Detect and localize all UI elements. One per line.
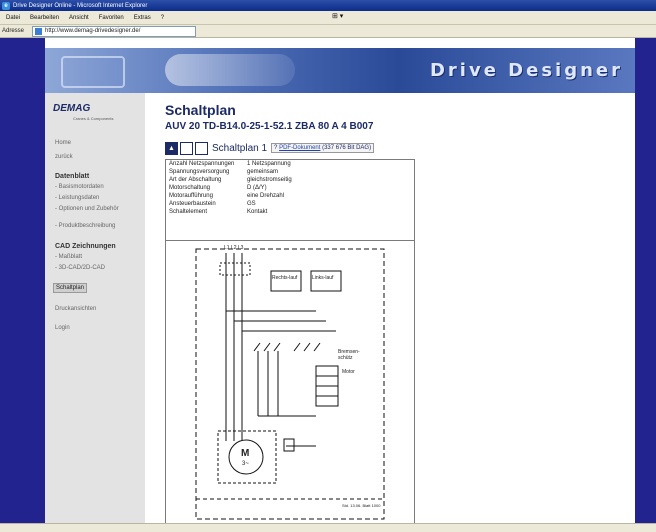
menu-help[interactable]: ?: [161, 15, 164, 21]
pdf-link-label: PDF-Dokument: [279, 145, 321, 151]
header-banner: Drive Designer: [45, 48, 635, 93]
window-title: Drive Designer Online - Microsoft Intern…: [13, 2, 148, 9]
menu-bar: Datei Bearbeiten Ansicht Favoriten Extra…: [0, 11, 656, 25]
table-row: Ansteuerbaustein GS: [166, 200, 295, 208]
enclosure-outline: [195, 248, 385, 520]
spec-key: Motorschaltung: [169, 185, 211, 191]
window-titlebar: e Drive Designer Online - Microsoft Inte…: [0, 0, 656, 11]
banner-graphic: [61, 56, 125, 88]
nav-label: Maßblatt: [58, 254, 83, 260]
diagram-label-brake: Bremsen-schütz: [338, 349, 360, 361]
spec-value: Kontakt: [247, 209, 268, 215]
relay-left: [310, 270, 342, 292]
nav-label: Optionen und Zubehör: [58, 206, 119, 212]
spec-key: Schaltelement: [169, 209, 208, 215]
table-row: Schaltelement Kontakt: [166, 208, 295, 216]
contacts-2: [293, 342, 321, 352]
nav-produktbeschreibung[interactable]: - Produktbeschreibung: [55, 223, 115, 229]
windows-flag-icon: ⊞ ▾: [332, 13, 344, 20]
nav-label: 3D-CAD/2D-CAD: [58, 265, 106, 271]
nav-home[interactable]: Home: [55, 140, 71, 146]
address-input[interactable]: http://www.demag-drivedesigner.de/: [32, 25, 196, 37]
web-page: Drive Designer DEMAG Cranes & Components…: [45, 38, 635, 525]
logo-subtitle: Cranes & Components: [73, 116, 114, 121]
tab-button-3[interactable]: [195, 141, 208, 155]
table-row: Motorschaltung D (Δ/Y): [166, 184, 295, 192]
diagram-label-relay-right: Rechts-lauf: [272, 275, 298, 281]
banner-highlight: [165, 54, 295, 86]
spec-key: Anzahl Netzspannungen: [169, 161, 235, 167]
ie-icon: e: [2, 1, 10, 10]
menu-file[interactable]: Datei: [6, 15, 20, 21]
tab-button-2[interactable]: [180, 141, 193, 155]
fuse-box: [219, 262, 251, 276]
first-page-icon[interactable]: ▲: [165, 141, 178, 155]
contacts-1: [253, 342, 281, 352]
spec-value: D (Δ/Y): [247, 185, 267, 191]
nav-3d-cad[interactable]: - 3D-CAD/2D-CAD: [55, 265, 105, 271]
spec-value: GS: [247, 201, 256, 207]
spec-key: Ansteuerbaustein: [169, 201, 216, 207]
wiring-diagram: L1 L2 L3 Rechts-lauf Links-lauf Bremsen-…: [165, 240, 415, 525]
diagram-label-motor-right: Motor: [342, 369, 355, 375]
menu-edit[interactable]: Bearbeiten: [30, 15, 59, 21]
menu-favorites[interactable]: Favoriten: [99, 15, 124, 21]
table-row: Anzahl Netzspannungen 1 Netzspannung: [166, 160, 295, 168]
nav-back[interactable]: zurück: [55, 154, 73, 160]
spec-key: Art der Abschaltung: [169, 177, 222, 183]
product-code: AUV 20 TD-B14.0-25-1-52.1 ZBA 80 A 4 B00…: [165, 121, 374, 132]
address-bar: Adresse http://www.demag-drivedesigner.d…: [0, 25, 656, 38]
relay-right: [270, 270, 302, 292]
nav-massblatt[interactable]: - Maßblatt: [55, 254, 82, 260]
table-row: Spannungsversorgung gemeinsam: [166, 168, 295, 176]
demag-logo: DEMAG: [53, 103, 91, 114]
banner-title: Drive Designer: [429, 60, 623, 81]
address-label: Adresse: [2, 28, 25, 34]
sidebar: DEMAG Cranes & Components Home zurück Da…: [45, 93, 145, 523]
page-icon: [35, 27, 42, 35]
pdf-size: (337 676 Bit DAG): [322, 145, 372, 151]
brake-switch: [283, 438, 295, 452]
spec-value: 1 Netzspannung: [247, 161, 291, 167]
nav-basismotordaten[interactable]: - Basismotordaten: [55, 184, 104, 190]
address-value: http://www.demag-drivedesigner.de/: [45, 28, 141, 34]
spec-value: eine Drehzahl: [247, 193, 285, 199]
nav-optionen[interactable]: - Optionen und Zubehör: [55, 206, 135, 212]
nav-section-datasheet[interactable]: Datenblatt: [55, 173, 89, 180]
table-row: Art der Abschaltung gleichstromseitig: [166, 176, 295, 184]
tab-label: Schaltplan 1: [212, 142, 268, 154]
nav-login[interactable]: Login: [55, 325, 70, 331]
menu-tools[interactable]: Extras: [134, 15, 151, 21]
schaltplan-tabs: ▲ Schaltplan 1 ? PDF-Dokument (337 676 B…: [165, 141, 375, 155]
menu-view[interactable]: Ansicht: [69, 15, 89, 21]
motor-phase: 3~: [242, 461, 249, 467]
nav-label: Produktbeschreibung: [58, 223, 116, 229]
motor-letter: M: [241, 448, 250, 459]
nav-label: Leistungsdaten: [58, 195, 100, 201]
table-row: Motoraufführung eine Drehzahl: [166, 192, 295, 200]
page-title: Schaltplan: [165, 102, 236, 118]
diagram-footer-text: Std. 13.06. Blatt 1000: [342, 503, 381, 508]
nav-label: Basismotordaten: [58, 184, 104, 190]
nav-schaltplan-selected[interactable]: Schaltplan: [53, 283, 88, 293]
spec-key: Spannungsversorgung: [169, 169, 230, 175]
pdf-download-link[interactable]: ? PDF-Dokument (337 676 Bit DAG): [271, 143, 375, 153]
nav-druckansichten[interactable]: Druckansichten: [55, 306, 96, 312]
wiring-diagram-svg: [195, 248, 385, 520]
nav-section-cad[interactable]: CAD Zeichnungen: [55, 243, 116, 250]
diagram-label-phases: L1 L2 L3: [224, 245, 244, 251]
nav-leistungsdaten[interactable]: - Leistungsdaten: [55, 195, 99, 201]
spec-table: Anzahl Netzspannungen 1 Netzspannung Span…: [165, 159, 415, 241]
spec-value: gemeinsam: [247, 169, 279, 175]
spec-key: Motoraufführung: [169, 193, 213, 199]
spec-value: gleichstromseitig: [247, 177, 292, 183]
diagram-label-relay-left: Links-lauf: [312, 275, 334, 281]
